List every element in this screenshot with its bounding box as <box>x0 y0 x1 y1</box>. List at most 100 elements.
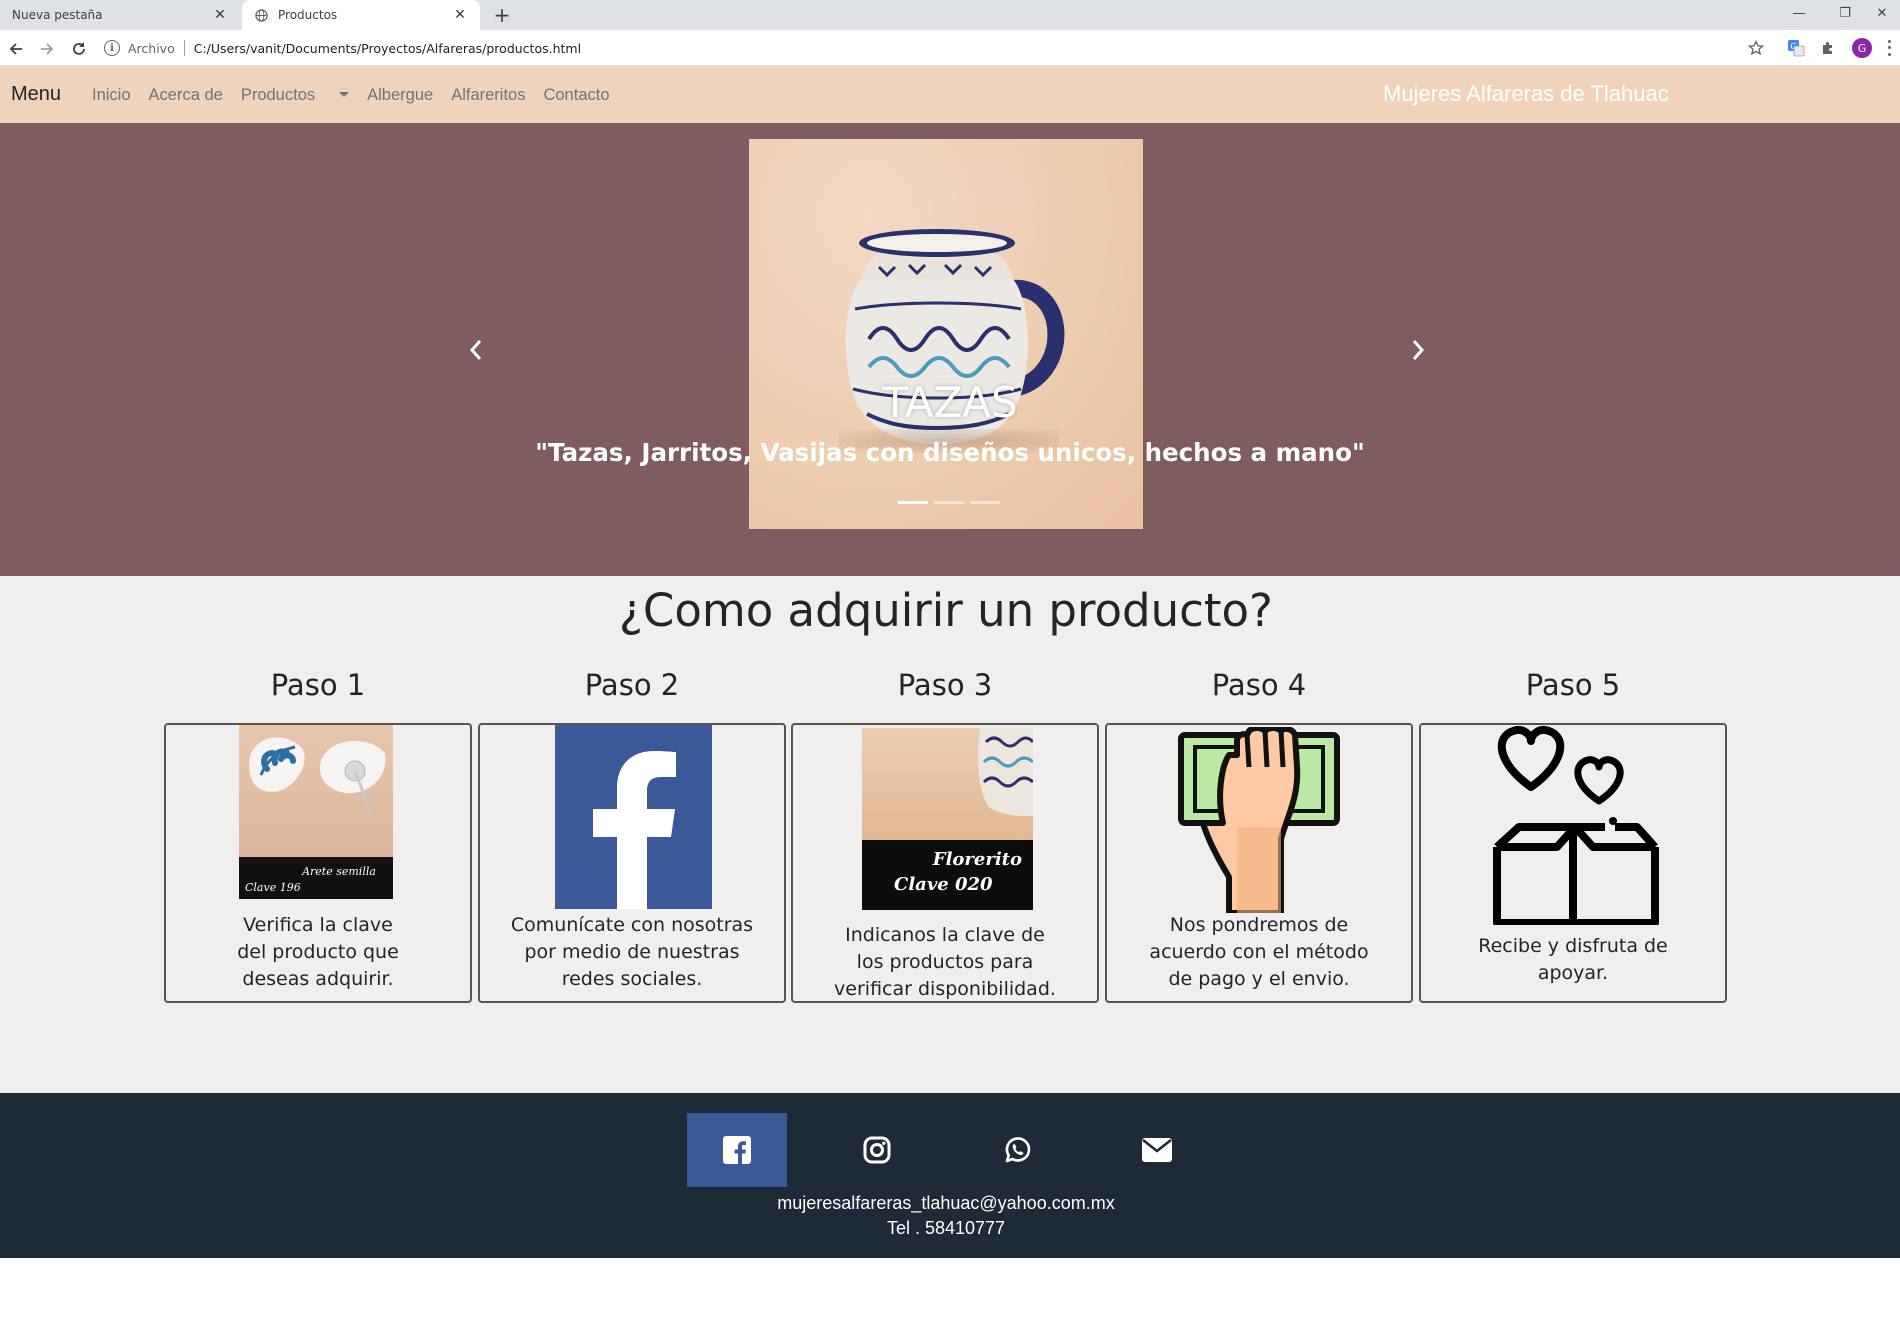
back-arrow-icon[interactable] <box>5 38 27 60</box>
step-5-text: Recibe y disfruta de apoyar. <box>1421 933 1725 987</box>
footer-email: mujeresalfareras_tlahuac@yahoo.com.mx <box>777 1193 1115 1213</box>
profile-avatar[interactable]: G <box>1852 38 1872 58</box>
globe-icon <box>254 8 268 22</box>
reload-icon[interactable] <box>68 38 90 60</box>
step-1-card: Arete semilla Clave 196 Verifica la clav… <box>164 723 472 1003</box>
restore-icon[interactable]: ❐ <box>1822 0 1868 26</box>
forward-arrow-icon[interactable] <box>36 38 58 60</box>
step-text-line: acuerdo con el método <box>1149 941 1369 963</box>
step-text-line: Recibe y disfruta de <box>1478 935 1668 957</box>
mug-product-photo: Florerito Clave 020 <box>862 728 1033 910</box>
section-heading: ¿Como adquirir un producto? <box>619 584 1273 637</box>
step-3-text: Indicanos la clave de los productos para… <box>793 922 1097 1003</box>
nav-dropdown-productos[interactable]: Productos <box>240 86 350 105</box>
email-link[interactable] <box>1107 1113 1207 1187</box>
envelope-icon <box>1142 1138 1172 1162</box>
menu-kebab-icon[interactable] <box>1884 38 1894 58</box>
talavera-mug-illustration <box>845 229 1065 444</box>
nav-link-acerca-de[interactable]: Acerca de <box>149 86 223 105</box>
facebook-link[interactable] <box>687 1113 787 1187</box>
whatsapp-icon <box>1005 1137 1031 1163</box>
new-tab-button[interactable]: + <box>490 3 514 27</box>
step-text-line: Comunícate con nosotras <box>510 914 754 936</box>
nav-dropdown-label: Productos <box>240 86 316 104</box>
browser-toolbar: i Archivo C:/Users/vanit/Documents/Proye… <box>0 30 1900 66</box>
step-text-line: apoyar. <box>1537 962 1609 984</box>
step-4-card: Nos pondremos de acuerdo con el método d… <box>1105 723 1413 1003</box>
step-2-card: Comunícate con nosotras por medio de nue… <box>478 723 786 1003</box>
whatsapp-link[interactable] <box>967 1113 1067 1187</box>
navbar-links: Inicio Acerca de Productos Albergue Alfa… <box>92 86 628 105</box>
facebook-icon <box>723 1136 751 1164</box>
earring-caption-code: Clave 196 <box>245 881 301 894</box>
star-icon[interactable] <box>1746 38 1766 58</box>
extensions-puzzle-icon[interactable] <box>1818 38 1838 58</box>
step-text-line: redes sociales. <box>561 968 703 990</box>
step-text-line: los productos para <box>856 951 1034 973</box>
minimize-icon[interactable]: — <box>1776 0 1822 26</box>
carousel-indicator[interactable] <box>934 501 964 504</box>
step-2-text: Comunícate con nosotras por medio de nue… <box>480 912 784 993</box>
earring-product-photo: Arete semilla Clave 196 <box>239 725 393 899</box>
nav-link-alfareritos[interactable]: Alfareritos <box>451 86 525 105</box>
close-icon[interactable]: ✕ <box>212 7 228 23</box>
web-page: Menu Inicio Acerca de Productos Albergue… <box>0 66 1900 1324</box>
translate-icon[interactable]: G <box>1786 38 1806 58</box>
step-2-label: Paso 2 <box>584 668 680 702</box>
carousel-caption-text: "Tazas, Jarritos, Vasijas con diseños un… <box>535 438 1365 467</box>
carousel-next-button[interactable] <box>1403 335 1433 365</box>
step-text-line: por medio de nuestras <box>524 941 740 963</box>
carousel-prev-button[interactable] <box>461 335 491 365</box>
carousel-indicator[interactable] <box>970 501 1000 504</box>
step-text-line: del producto que <box>237 941 399 963</box>
carousel-slide-image <box>749 139 1143 529</box>
step-1-text: Verifica la clave del producto que desea… <box>166 912 470 993</box>
chevron-left-icon <box>469 340 482 360</box>
mug-caption-name: Florerito <box>932 849 1022 870</box>
carousel-caption-title: TAZAS <box>882 378 1018 427</box>
browser-tab-new[interactable]: Nueva pestaña ✕ <box>0 0 240 30</box>
product-carousel: TAZAS "Tazas, Jarritos, Vasijas con dise… <box>0 123 1900 576</box>
carousel-indicators <box>895 501 1003 504</box>
step-text-line: Indicanos la clave de <box>845 924 1045 946</box>
tab-title: Productos <box>278 8 338 22</box>
caret-down-icon <box>339 92 350 97</box>
facebook-logo <box>555 725 712 909</box>
instagram-link[interactable] <box>827 1113 927 1187</box>
info-icon[interactable]: i <box>104 40 120 56</box>
site-title: Mujeres Alfareras de Tlahuac <box>1383 81 1669 106</box>
close-window-icon[interactable]: ✕ <box>1864 0 1900 26</box>
step-3-label: Paso 3 <box>897 668 993 702</box>
hand-holding-money-icon <box>1178 727 1340 913</box>
navbar-brand[interactable]: Menu <box>11 83 61 106</box>
tab-title: Nueva pestaña <box>12 8 103 22</box>
gift-box-hearts-icon <box>1493 726 1659 925</box>
step-text-line: verificar disponibilidad. <box>834 978 1056 1000</box>
step-text-line: deseas adquirir. <box>242 968 394 990</box>
nav-link-inicio[interactable]: Inicio <box>92 86 131 105</box>
step-4-label: Paso 4 <box>1211 668 1307 702</box>
site-navbar: Menu Inicio Acerca de Productos Albergue… <box>0 66 1900 123</box>
nav-link-albergue[interactable]: Albergue <box>367 86 433 105</box>
step-3-card: Florerito Clave 020 Indicanos la clave d… <box>791 723 1099 1003</box>
address-url: C:/Users/vanit/Documents/Proyectos/Alfar… <box>193 40 582 56</box>
step-5-label: Paso 5 <box>1525 668 1621 702</box>
close-icon[interactable]: ✕ <box>452 7 468 23</box>
step-4-text: Nos pondremos de acuerdo con el método d… <box>1107 912 1411 993</box>
carousel-indicator[interactable] <box>898 501 928 504</box>
browser-tabstrip: Nueva pestaña ✕ Productos ✕ + — ❐ ✕ <box>0 0 1900 30</box>
address-divider <box>183 40 185 56</box>
chevron-right-icon <box>1412 340 1425 360</box>
mug-caption-code: Clave 020 <box>894 874 993 895</box>
earring-caption-name: Arete semilla <box>301 865 376 878</box>
site-footer: mujeresalfareras_tlahuac@yahoo.com.mx Te… <box>0 1093 1900 1258</box>
step-text-line: de pago y el envio. <box>1168 968 1350 990</box>
step-text-line: Nos pondremos de <box>1169 914 1349 936</box>
nav-link-contacto[interactable]: Contacto <box>543 86 609 105</box>
step-1-label: Paso 1 <box>270 668 366 702</box>
footer-phone: Tel . 58410777 <box>886 1218 1006 1238</box>
address-bar[interactable]: i Archivo C:/Users/vanit/Documents/Proye… <box>104 33 1764 63</box>
browser-tab-productos[interactable]: Productos ✕ <box>242 0 480 30</box>
step-5-card: Recibe y disfruta de apoyar. <box>1419 723 1727 1003</box>
step-text-line: Verifica la clave <box>243 914 393 936</box>
